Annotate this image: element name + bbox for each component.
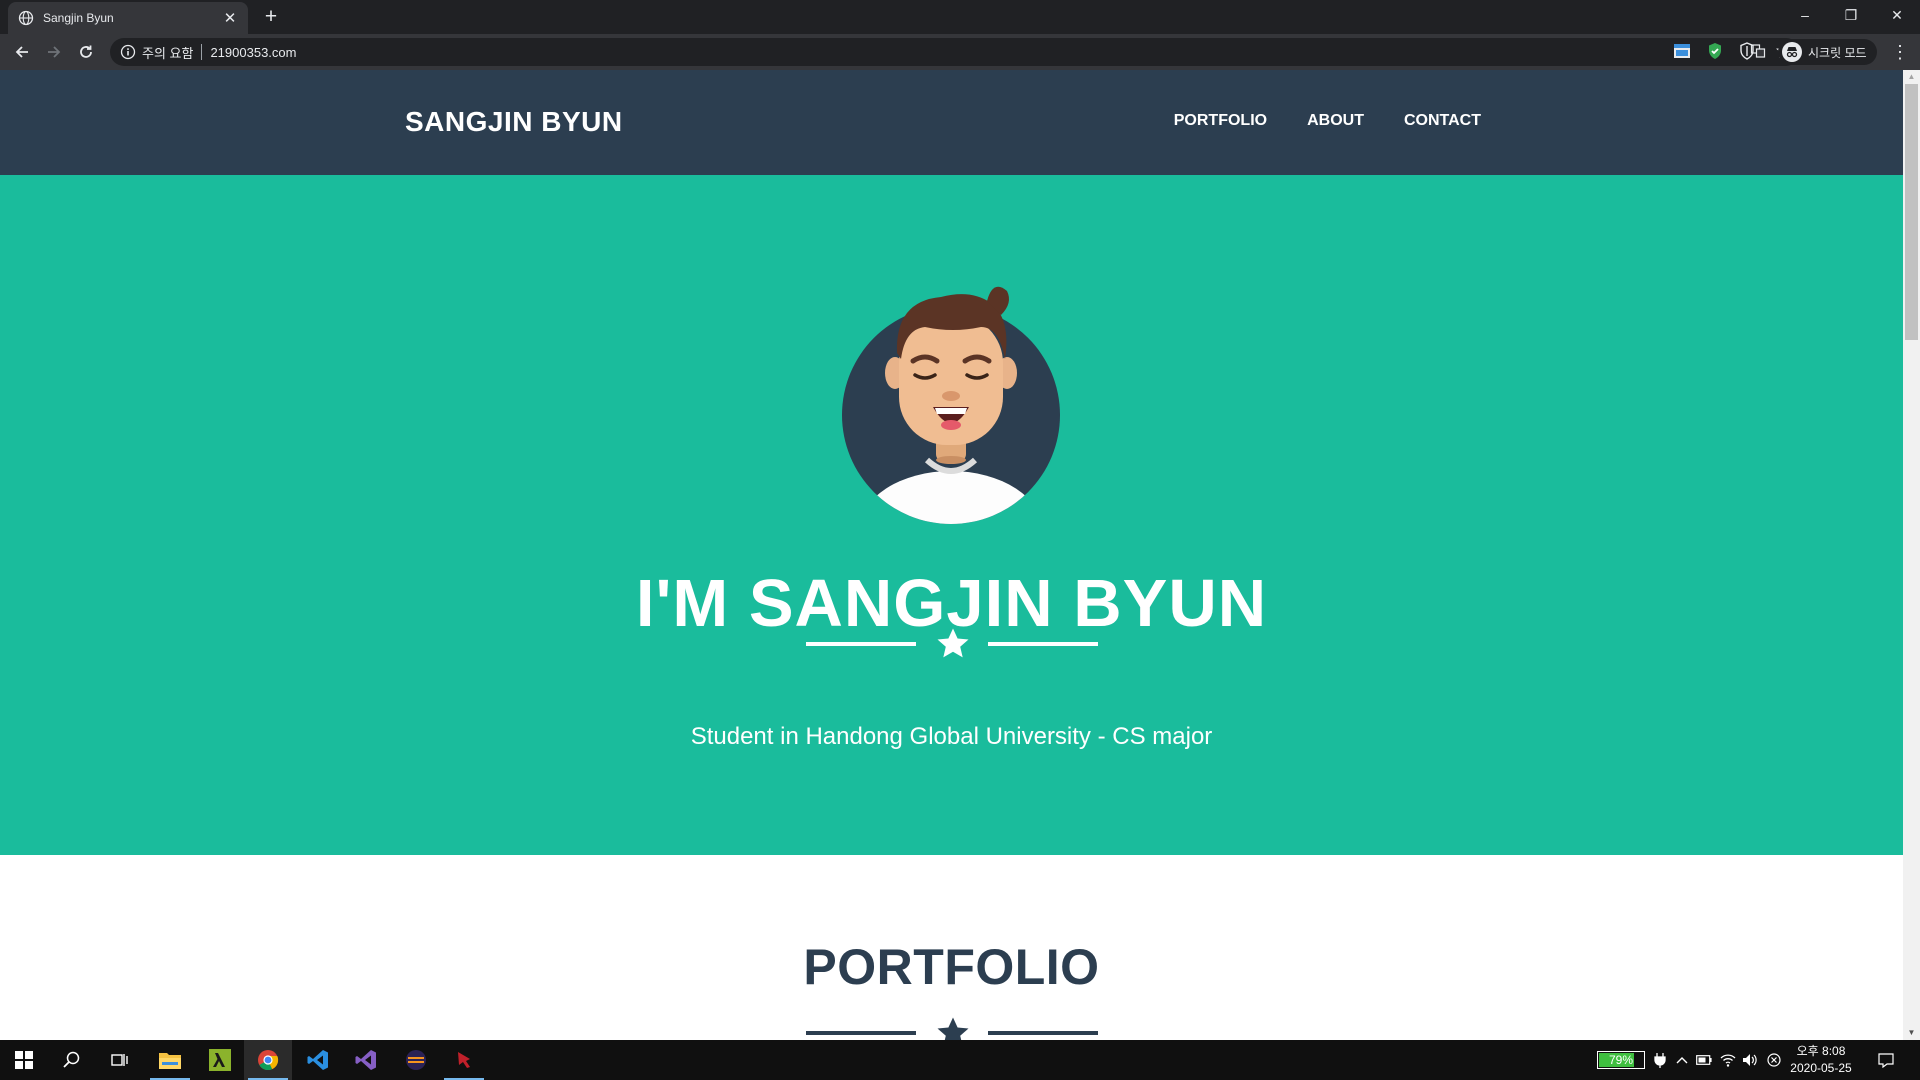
plug-icon[interactable] bbox=[1652, 1052, 1668, 1068]
chevron-up-icon[interactable] bbox=[1674, 1052, 1690, 1068]
nav-link-portfolio[interactable]: PORTFOLIO bbox=[1174, 112, 1267, 130]
more-menu-icon[interactable]: ⋮ bbox=[1890, 40, 1910, 64]
shield-check-icon[interactable] bbox=[1705, 41, 1725, 61]
shield-icon[interactable] bbox=[1737, 41, 1757, 61]
profile-avatar-image bbox=[841, 275, 1061, 525]
nav-link-about[interactable]: ABOUT bbox=[1307, 112, 1364, 130]
battery-percentage: 79% bbox=[1608, 1053, 1634, 1067]
system-clock[interactable]: 오후 8:08 2020-05-25 bbox=[1790, 1043, 1852, 1077]
scrollbar-thumb[interactable] bbox=[1905, 84, 1918, 340]
site-navbar: SANGJIN BYUN PORTFOLIO ABOUT CONTACT bbox=[0, 70, 1903, 175]
site-nav-links: PORTFOLIO ABOUT CONTACT bbox=[1174, 112, 1481, 130]
eclipse-icon[interactable] bbox=[392, 1040, 440, 1080]
battery-icon[interactable] bbox=[1696, 1052, 1712, 1068]
forward-arrow-icon bbox=[48, 46, 61, 58]
volume-icon[interactable] bbox=[1742, 1052, 1758, 1068]
battery-indicator[interactable]: 79% bbox=[1597, 1051, 1645, 1069]
clock-date: 2020-05-25 bbox=[1790, 1061, 1852, 1075]
file-explorer-icon[interactable] bbox=[146, 1040, 194, 1080]
visual-studio-icon[interactable] bbox=[342, 1040, 390, 1080]
nav-link-contact[interactable]: CONTACT bbox=[1404, 112, 1481, 130]
divider-line-right bbox=[988, 642, 1098, 646]
notification-status-icon[interactable] bbox=[1766, 1052, 1782, 1068]
forward-button[interactable] bbox=[40, 38, 68, 66]
clock-time: 오후 8:08 bbox=[1796, 1044, 1846, 1058]
globe-icon bbox=[18, 10, 34, 26]
star-icon bbox=[937, 628, 969, 658]
profile-label: 시크릿 모드 bbox=[1808, 45, 1867, 60]
browser-tab-strip: Sangjin Byun ✕ + – ❐ ✕ bbox=[0, 0, 1920, 34]
browser-toolbar: 주의 요함 21900353.com 시크릿 모드 ⋮ bbox=[0, 34, 1920, 70]
incognito-icon bbox=[1782, 42, 1802, 62]
incognito-profile-button[interactable]: 시크릿 모드 bbox=[1778, 39, 1877, 65]
hero-subtitle: Student in Handong Global University - C… bbox=[690, 723, 1213, 750]
portfolio-divider bbox=[806, 1016, 1098, 1040]
portfolio-heading: PORTFOLIO bbox=[803, 939, 1100, 995]
chrome-icon[interactable] bbox=[244, 1040, 292, 1080]
back-arrow-icon bbox=[15, 46, 28, 58]
hero-divider bbox=[806, 627, 1098, 661]
scroll-up-arrow-icon[interactable]: ▲ bbox=[1903, 70, 1920, 84]
scroll-down-arrow-icon[interactable]: ▼ bbox=[1903, 1026, 1920, 1040]
restore-button[interactable]: ❐ bbox=[1828, 0, 1874, 30]
wifi-icon[interactable] bbox=[1720, 1052, 1736, 1068]
page-viewport: SANGJIN BYUN PORTFOLIO ABOUT CONTACT I'M… bbox=[0, 70, 1903, 1040]
security-status[interactable]: 주의 요함 bbox=[142, 43, 193, 62]
minimize-button[interactable]: – bbox=[1782, 0, 1828, 30]
reload-button[interactable] bbox=[72, 38, 100, 66]
page-scrollbar[interactable]: ▲ ▼ bbox=[1903, 70, 1920, 1040]
address-separator bbox=[201, 44, 203, 60]
address-bar[interactable]: 주의 요함 21900353.com bbox=[110, 38, 1800, 66]
divider-line-left bbox=[806, 1031, 916, 1035]
info-icon[interactable] bbox=[120, 44, 136, 60]
task-view-icon[interactable] bbox=[96, 1040, 144, 1080]
reload-icon bbox=[80, 45, 92, 58]
url-text[interactable]: 21900353.com bbox=[210, 45, 296, 60]
extension-window-icon[interactable] bbox=[1672, 41, 1692, 61]
tab-title: Sangjin Byun bbox=[43, 11, 114, 25]
windows-taskbar: 79% 오후 8:08 2020-05-25 bbox=[0, 1040, 1920, 1080]
divider-line-right bbox=[988, 1031, 1098, 1035]
action-center-icon[interactable] bbox=[1878, 1052, 1894, 1068]
site-brand-link[interactable]: SANGJIN BYUN bbox=[405, 106, 623, 138]
browser-tab[interactable]: Sangjin Byun ✕ bbox=[8, 2, 248, 34]
window-controls: – ❐ ✕ bbox=[1782, 0, 1920, 34]
hero-section: I'M SANGJIN BYUN Student in Handong Glob… bbox=[0, 175, 1903, 855]
search-icon[interactable] bbox=[48, 1040, 96, 1080]
new-tab-button[interactable]: + bbox=[258, 4, 284, 30]
close-tab-icon[interactable]: ✕ bbox=[222, 9, 238, 27]
start-icon[interactable] bbox=[0, 1040, 48, 1080]
vscode-icon[interactable] bbox=[294, 1040, 342, 1080]
star-icon bbox=[937, 1017, 969, 1040]
app-icon[interactable] bbox=[440, 1040, 488, 1080]
close-window-button[interactable]: ✕ bbox=[1874, 0, 1920, 30]
back-button[interactable] bbox=[8, 38, 36, 66]
lambda-app-icon[interactable] bbox=[196, 1040, 244, 1080]
divider-line-left bbox=[806, 642, 916, 646]
